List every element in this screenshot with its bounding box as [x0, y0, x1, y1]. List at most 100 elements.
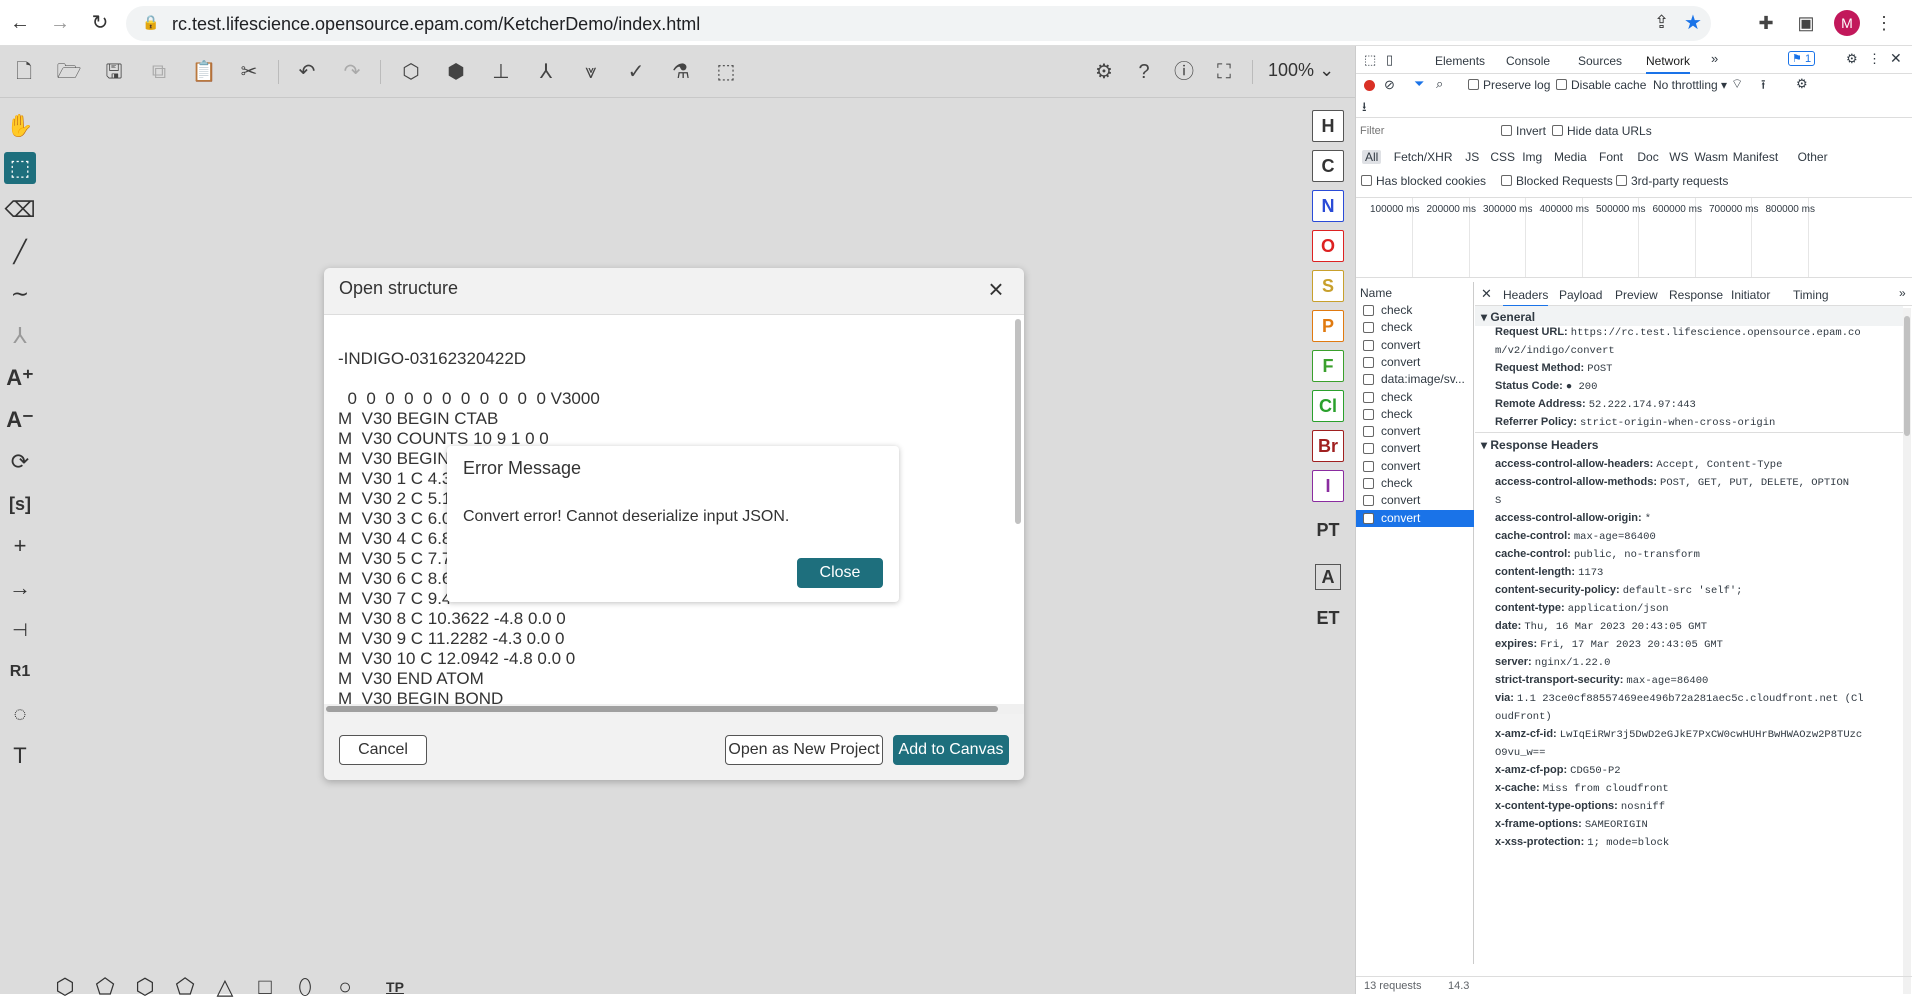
request-row[interactable]: convert	[1356, 458, 1474, 475]
request-row[interactable]: check	[1356, 475, 1474, 492]
device-toggle-icon[interactable]: ▯	[1386, 52, 1393, 68]
benzene-template-icon[interactable]: ⬡	[52, 974, 78, 1000]
network-settings-icon[interactable]: ⚙	[1796, 76, 1808, 92]
reaction-arrow-icon[interactable]: →	[4, 572, 36, 604]
devtools-menu-icon[interactable]: ⋮	[1868, 51, 1881, 67]
open-icon[interactable]: 🗁	[55, 58, 83, 86]
close-button[interactable]: Close	[797, 558, 883, 588]
cyclopentane-template-icon[interactable]: ⬠	[172, 974, 198, 1000]
search-icon[interactable]: ⌕	[1436, 76, 1443, 92]
disable-cache-checkbox[interactable]: Disable cache	[1556, 78, 1646, 92]
tab-console[interactable]: Console	[1506, 54, 1550, 68]
request-row[interactable]: check	[1356, 406, 1474, 423]
about-info-icon[interactable]: ⓘ	[1170, 58, 1198, 86]
single-bond-icon[interactable]: ╱	[4, 236, 36, 268]
type-filter-ws[interactable]: WS	[1669, 150, 1688, 164]
type-filter-media[interactable]: Media	[1554, 150, 1587, 164]
aromatize-icon[interactable]: ⬡	[397, 58, 425, 86]
type-filter-fetchxhr[interactable]: Fetch/XHR	[1394, 150, 1453, 164]
horizontal-scrollbar[interactable]	[324, 704, 1024, 714]
extensions-icon[interactable]: ✚	[1754, 11, 1778, 35]
stereo-icon[interactable]: ⅄	[4, 320, 36, 352]
request-row[interactable]: convert	[1356, 354, 1474, 371]
cycloheptane-template-icon[interactable]: ⬯	[292, 974, 318, 1000]
close-icon[interactable]: ×	[982, 274, 1010, 305]
cyclooctane-template-icon[interactable]: ○	[332, 974, 358, 1000]
fullscreen-icon[interactable]: ⛶	[1210, 58, 1238, 86]
atom-n-button[interactable]: N	[1312, 190, 1344, 222]
profile-avatar[interactable]: M	[1834, 10, 1860, 36]
settings-gear-icon[interactable]: ⚙	[1090, 58, 1118, 86]
extended-table-button[interactable]: ET	[1312, 602, 1344, 634]
type-filter-all[interactable]: All	[1362, 150, 1382, 164]
request-row[interactable]: check	[1356, 389, 1474, 406]
blocked-requests-checkbox[interactable]: Blocked Requests	[1501, 174, 1613, 188]
detail-tab-headers[interactable]: Headers	[1503, 288, 1549, 307]
settings-gear-icon[interactable]: ⚙	[1846, 51, 1858, 67]
type-filter-doc[interactable]: Doc	[1637, 150, 1658, 164]
preserve-log-checkbox[interactable]: Preserve log	[1468, 78, 1550, 92]
share-icon[interactable]: ⇪	[1654, 12, 1669, 33]
text-tool-icon[interactable]: T	[4, 740, 36, 772]
atom-h-button[interactable]: H	[1312, 110, 1344, 142]
import-har-icon[interactable]: ⭱	[1761, 76, 1766, 98]
has-blocked-cookies-checkbox[interactable]: Has blocked cookies	[1361, 174, 1486, 188]
open-new-project-button[interactable]: Open as New Project	[725, 735, 883, 765]
detail-tab-initiator[interactable]: Initiator	[1731, 288, 1770, 302]
rgroup-icon[interactable]: R1	[4, 656, 36, 688]
throttling-select[interactable]: No throttling ▾	[1653, 78, 1727, 92]
detail-tab-timing[interactable]: Timing	[1793, 288, 1829, 302]
zoom-select[interactable]: 100% ⌄	[1268, 60, 1334, 81]
general-section-header[interactable]: ▾ General	[1481, 310, 1535, 324]
tab-sources[interactable]: Sources	[1578, 54, 1622, 68]
type-filter-img[interactable]: Img	[1522, 150, 1542, 164]
network-conditions-icon[interactable]: ⌔	[1731, 76, 1743, 92]
type-filter-manifest[interactable]: Manifest	[1733, 150, 1778, 164]
issues-badge[interactable]: ⚑ 1	[1788, 51, 1816, 66]
request-row[interactable]: check	[1356, 302, 1474, 319]
atom-c-button[interactable]: C	[1312, 150, 1344, 182]
type-filter-js[interactable]: JS	[1465, 150, 1479, 164]
scroll-thumb[interactable]	[326, 706, 998, 712]
undo-icon[interactable]: ↶	[293, 58, 321, 86]
select-tool-icon[interactable]: ⬚	[4, 152, 36, 184]
rotate-icon[interactable]: ⟳	[4, 446, 36, 478]
record-icon[interactable]	[1364, 80, 1375, 91]
cut-icon[interactable]: ✂	[235, 58, 263, 86]
save-icon[interactable]: 🖫	[100, 58, 128, 86]
request-row[interactable]: convert	[1356, 440, 1474, 457]
atom-i-button[interactable]: I	[1312, 470, 1344, 502]
3d-viewer-icon[interactable]: ⬚	[712, 58, 740, 86]
sgroup-icon[interactable]: [s]	[4, 488, 36, 520]
inspect-icon[interactable]: ⬚	[1364, 52, 1376, 68]
calculate-cip-icon[interactable]: ⩔	[577, 58, 605, 86]
atom-s-button[interactable]: S	[1312, 270, 1344, 302]
type-filter-other[interactable]: Other	[1798, 150, 1828, 164]
any-atom-button[interactable]: A	[1315, 564, 1341, 590]
redo-icon[interactable]: ↷	[338, 58, 366, 86]
periodic-table-button[interactable]: PT	[1312, 514, 1344, 546]
dearomatize-icon[interactable]: ⬢	[442, 58, 470, 86]
atom-o-button[interactable]: O	[1312, 230, 1344, 262]
hide-data-urls-checkbox[interactable]: Hide data URLs	[1552, 124, 1652, 138]
eraser-icon[interactable]: ⌫	[4, 194, 36, 226]
charge-plus-icon[interactable]: A⁺	[4, 362, 36, 394]
bookmark-star-icon[interactable]: ★	[1684, 10, 1702, 35]
cyclobutane-template-icon[interactable]: □	[252, 974, 278, 1000]
detail-tab-preview[interactable]: Preview	[1615, 288, 1658, 302]
vertical-scrollbar[interactable]	[1015, 319, 1021, 524]
type-filter-css[interactable]: CSS	[1490, 150, 1515, 164]
request-row[interactable]: convert	[1356, 509, 1474, 527]
response-headers-section-header[interactable]: ▾ Response Headers	[1481, 438, 1598, 452]
invert-checkbox[interactable]: Invert	[1501, 124, 1546, 138]
vertical-scrollbar[interactable]	[1903, 308, 1911, 994]
request-row[interactable]: data:image/sv...	[1356, 371, 1474, 388]
hand-tool-icon[interactable]: ✋	[4, 110, 36, 142]
tab-elements[interactable]: Elements	[1435, 54, 1485, 68]
add-to-canvas-button[interactable]: Add to Canvas	[893, 735, 1009, 765]
tab-network[interactable]: Network	[1646, 54, 1691, 74]
sidepanel-icon[interactable]: ▣	[1794, 11, 1818, 35]
clear-icon[interactable]: ⊘	[1384, 77, 1395, 93]
reload-icon[interactable]: ↻	[88, 11, 112, 35]
atom-p-button[interactable]: P	[1312, 310, 1344, 342]
